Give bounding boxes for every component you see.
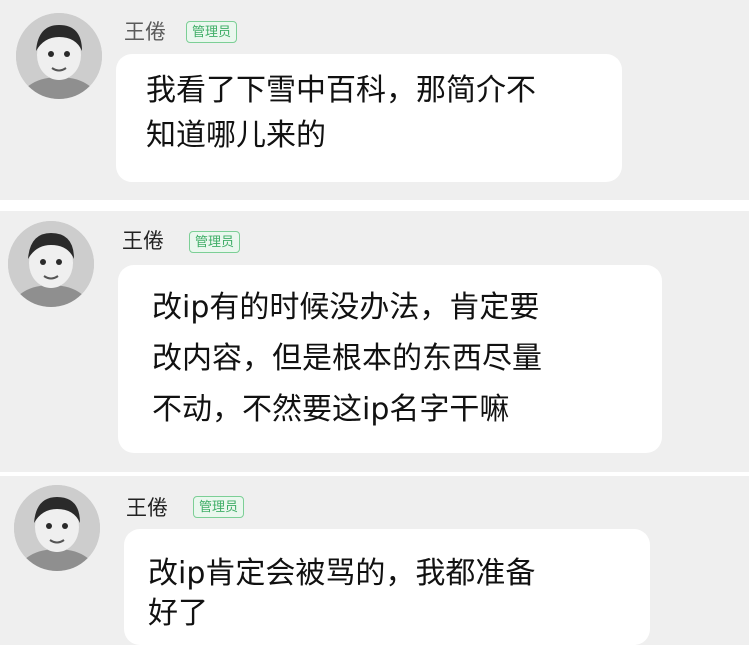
- message-line: 改ip肯定会被骂的，我都准备: [148, 556, 536, 591]
- message-bubble[interactable]: 改ip肯定会被骂的，我都准备 好了: [124, 529, 650, 645]
- message-bubble[interactable]: 改ip有的时候没办法，肯定要 改内容，但是根本的东西尽量 不动，不然要这ip名字…: [118, 265, 662, 453]
- child-portrait-avatar-icon: [8, 221, 94, 307]
- message-line: 我看了下雪中百科，那简介不: [146, 73, 536, 108]
- message-line: 知道哪儿来的: [146, 118, 326, 153]
- admin-badge: 管理员: [189, 231, 241, 253]
- message-line: 好了: [148, 596, 208, 631]
- avatar[interactable]: [16, 13, 102, 99]
- chat-message-panel: 王倦 管理员 改ip有的时候没办法，肯定要 改内容，但是根本的东西尽量 不动，不…: [0, 211, 749, 472]
- chat-message-panel: 王倦 管理员 我看了下雪中百科，那简介不 知道哪儿来的: [0, 0, 749, 200]
- sender-name: 王倦: [122, 229, 164, 253]
- message-text: 改ip有的时候没办法，肯定要 改内容，但是根本的东西尽量 不动，不然要这ip名字…: [152, 282, 542, 435]
- message-text: 改ip肯定会被骂的，我都准备 好了: [148, 554, 535, 634]
- chat-message-panel: 王倦 管理员 改ip肯定会被骂的，我都准备 好了: [0, 476, 749, 645]
- avatar[interactable]: [8, 221, 94, 307]
- avatar[interactable]: [14, 485, 100, 571]
- message-text: 我看了下雪中百科，那简介不 知道哪儿来的: [146, 68, 536, 158]
- message-line: 改ip有的时候没办法，肯定要: [152, 290, 540, 325]
- sender-name: 王倦: [124, 20, 166, 44]
- admin-badge: 管理员: [186, 21, 238, 43]
- sender-name: 王倦: [126, 496, 168, 520]
- message-line: 不动，不然要这ip名字干嘛: [152, 392, 510, 427]
- child-portrait-avatar-icon: [14, 485, 100, 571]
- message-line: 改内容，但是根本的东西尽量: [152, 341, 542, 376]
- child-portrait-avatar-icon: [16, 13, 102, 99]
- message-bubble[interactable]: 我看了下雪中百科，那简介不 知道哪儿来的: [116, 54, 622, 182]
- admin-badge: 管理员: [193, 496, 245, 518]
